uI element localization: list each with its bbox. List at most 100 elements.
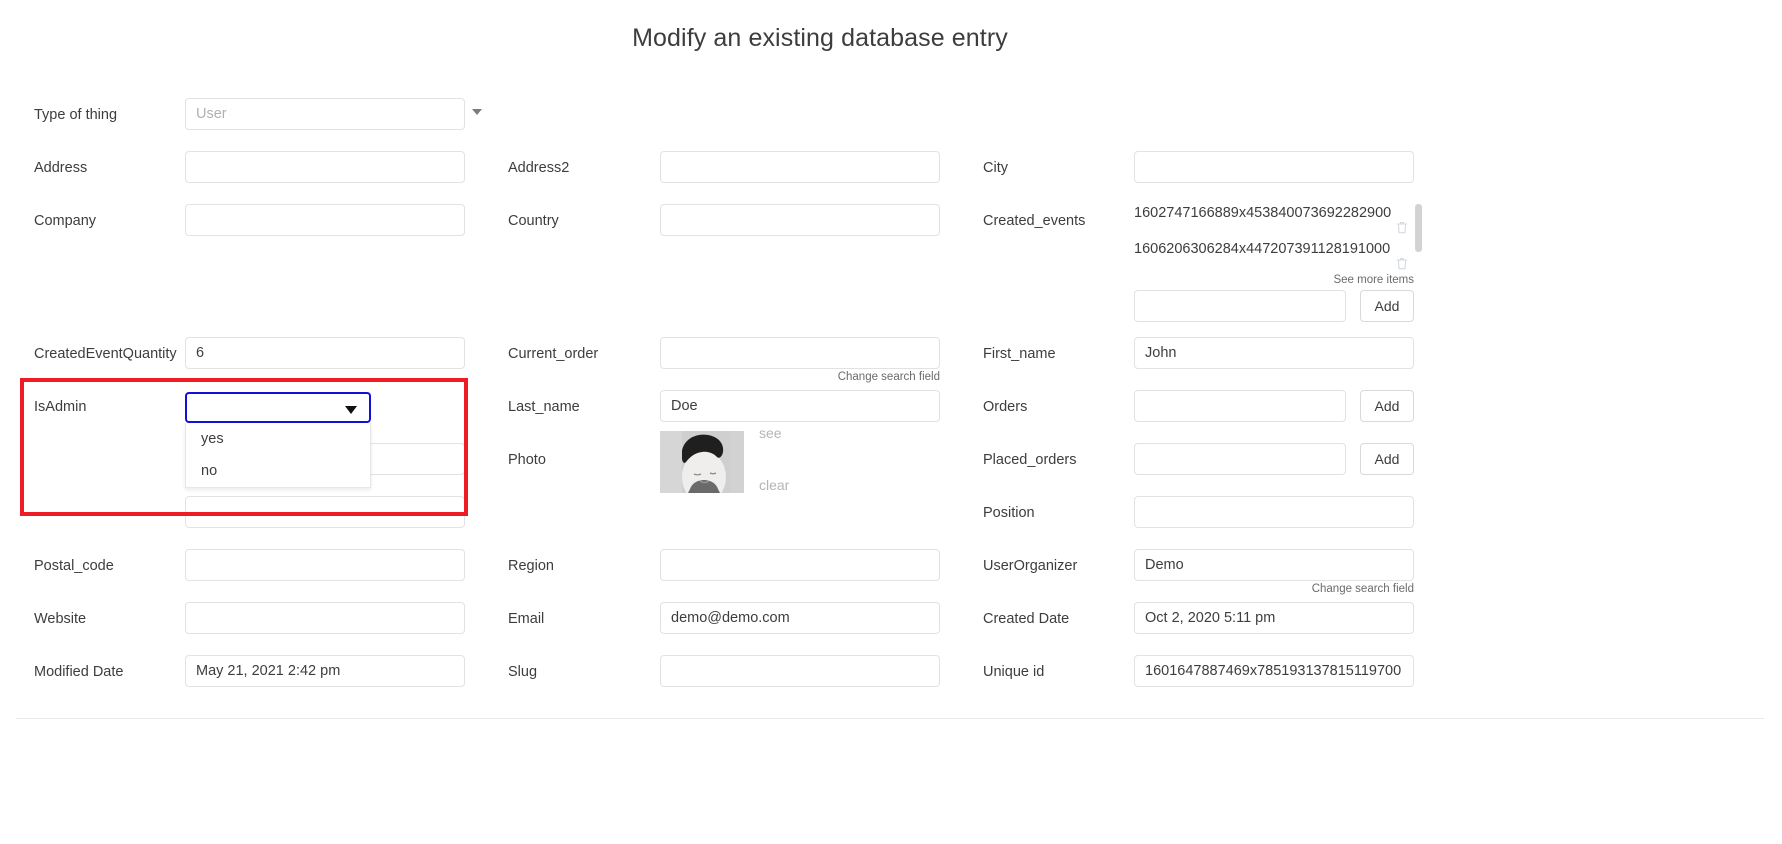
photo-see-link[interactable]: see [759,425,782,441]
created-events-list: 1602747166889x453840073692282900 1606206… [1134,202,1414,274]
email-input[interactable]: demo@demo.com [660,602,940,634]
company-input[interactable] [185,204,465,236]
created-event-id: 1602747166889x453840073692282900 [1134,205,1391,221]
is-admin-dropdown[interactable]: yes no [185,392,371,488]
created-events-new-input[interactable] [1134,290,1346,322]
label-postal-code: Postal_code [34,557,114,575]
field-first-name: First_name John [983,335,1443,388]
label-is-admin: IsAdmin [34,398,86,416]
chevron-down-icon [472,109,482,115]
field-hidden-left-2 [34,494,474,547]
field-email: Email demo@demo.com [508,600,948,653]
current-order-input[interactable] [660,337,940,369]
field-postal-code: Postal_code [34,547,474,600]
unique-id-input[interactable]: 1601647887469x785193137815119700 [1134,655,1414,687]
form-row-company: Company Country Created_events 160274716… [0,202,1460,335]
is-admin-option-yes[interactable]: yes [186,423,370,455]
form-row-modified: Modified Date May 21, 2021 2:42 pm Slug … [0,653,1460,706]
created-events-add-button[interactable]: Add [1360,290,1414,322]
label-created-event-quantity: CreatedEventQuantity [34,345,177,363]
label-region: Region [508,557,554,575]
chevron-down-icon [345,406,357,414]
field-address2: Address2 [508,149,948,202]
placed-orders-add-button[interactable]: Add [1360,443,1414,475]
hidden-left-input-2[interactable] [185,496,465,528]
slug-input[interactable] [660,655,940,687]
orders-add-button[interactable]: Add [1360,390,1414,422]
postal-code-input[interactable] [185,549,465,581]
label-user-organizer: UserOrganizer [983,557,1077,575]
user-organizer-input[interactable]: Demo [1134,549,1414,581]
country-input[interactable] [660,204,940,236]
form-row-website: Website Email demo@demo.com Created Date… [0,600,1460,653]
label-placed-orders: Placed_orders [983,451,1077,469]
trash-icon[interactable] [1396,219,1408,232]
first-name-input[interactable]: John [1134,337,1414,369]
label-website: Website [34,610,86,628]
region-input[interactable] [660,549,940,581]
label-company: Company [34,212,96,230]
label-first-name: First_name [983,345,1056,363]
label-last-name: Last_name [508,398,580,416]
created-events-add-row: Add [1134,290,1424,324]
modify-database-entry-page: Modify an existing database entry Type o… [0,0,1782,844]
label-created-date: Created Date [983,610,1069,628]
label-country: Country [508,212,559,230]
form-row-type-of-thing: Type of thing User [0,96,1460,149]
address2-input[interactable] [660,151,940,183]
placed-orders-input[interactable] [1134,443,1346,475]
position-input[interactable] [1134,496,1414,528]
field-region: Region [508,547,948,600]
label-modified-date: Modified Date [34,663,123,681]
field-unique-id: Unique id 1601647887469x7851931378151197… [983,653,1443,706]
photo-clear-link[interactable]: clear [759,477,789,493]
last-name-input[interactable]: Doe [660,390,940,422]
created-event-quantity-input[interactable]: 6 [185,337,465,369]
created-events-scrollbar[interactable] [1415,204,1422,252]
field-user-organizer: UserOrganizer Demo Change search field [983,547,1443,600]
field-website: Website [34,600,474,653]
address-input[interactable] [185,151,465,183]
list-item: 1606206306284x447207391128191000 [1134,238,1414,274]
label-city: City [983,159,1008,177]
type-of-thing-select[interactable]: User [185,98,465,130]
field-position: Position [983,494,1443,547]
modified-date-input[interactable]: May 21, 2021 2:42 pm [185,655,465,687]
label-email: Email [508,610,544,628]
bottom-divider [16,718,1764,719]
photo-thumbnail [660,431,744,493]
user-organizer-change-search-field-link[interactable]: Change search field [1134,583,1414,595]
label-type-of-thing: Type of thing [34,106,117,124]
list-item: 1602747166889x453840073692282900 [1134,202,1414,238]
label-slug: Slug [508,663,537,681]
field-photo: Photo see clear [508,441,948,494]
field-placed-orders: Placed_orders Add [983,441,1443,494]
is-admin-select[interactable] [185,392,371,423]
field-city: City [983,149,1443,202]
field-address: Address [34,149,474,202]
field-created-date: Created Date Oct 2, 2020 5:11 pm [983,600,1443,653]
form-row-address: Address Address2 City [0,149,1460,202]
created-event-id: 1606206306284x447207391128191000 [1134,241,1390,257]
orders-input[interactable] [1134,390,1346,422]
field-modified-date: Modified Date May 21, 2021 2:42 pm [34,653,474,706]
page-title: Modify an existing database entry [0,24,1640,53]
city-input[interactable] [1134,151,1414,183]
created-date-input[interactable]: Oct 2, 2020 5:11 pm [1134,602,1414,634]
website-input[interactable] [185,602,465,634]
label-position: Position [983,504,1035,522]
field-orders: Orders Add [983,388,1443,441]
see-more-items-link[interactable]: See more items [1134,274,1414,286]
form-row-quantity: CreatedEventQuantity 6 Current_order Cha… [0,335,1460,388]
user-portrait-photo-icon [660,431,744,493]
is-admin-option-menu[interactable]: yes no [185,423,371,488]
current-order-change-search-field-link[interactable]: Change search field [660,371,940,383]
label-photo: Photo [508,451,546,469]
is-admin-option-no[interactable]: no [186,455,370,487]
trash-icon[interactable] [1396,255,1408,268]
label-address2: Address2 [508,159,569,177]
label-unique-id: Unique id [983,663,1044,681]
field-country: Country [508,202,948,255]
label-address: Address [34,159,87,177]
label-current-order: Current_order [508,345,598,363]
